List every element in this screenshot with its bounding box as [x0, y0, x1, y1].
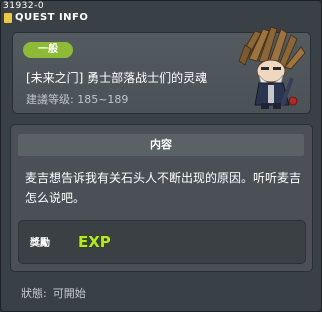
- quest-status: 狀態: 可開始: [21, 285, 92, 301]
- quest-description: 麦吉想告诉我有关石头人不断出现的原因。听听麦吉怎么说吧。: [25, 171, 302, 205]
- reward-label: 獎勵: [30, 238, 50, 249]
- level-requirement: 建議等级: 185~189: [26, 93, 129, 106]
- category-badge: 一般: [23, 42, 73, 58]
- npc-portrait-icon: [238, 26, 306, 109]
- status-value: 可開始: [52, 287, 86, 300]
- exp-text: EXP: [78, 233, 111, 251]
- content-header: 内容: [18, 134, 304, 156]
- quest-header-panel: 一般 [未来之门] 勇士部落战士们的灵魂 建議等级: 185~189: [12, 26, 311, 114]
- status-label: 狀態:: [21, 287, 47, 300]
- quest-book-icon: [4, 13, 12, 23]
- quest-info-window: 31932-0 QUEST INFO 一般 [未来之门] 勇士部落战士们的灵魂 …: [0, 0, 322, 312]
- exp-icon: EXP: [77, 232, 111, 251]
- window-title: QUEST INFO: [15, 12, 89, 23]
- quest-name: [未来之门] 勇士部落战士们的灵魂: [26, 71, 208, 85]
- quest-content-panel: 内容 麦吉想告诉我有关石头人不断出现的原因。听听麦吉怎么说吧。 獎勵 EXP: [10, 124, 313, 272]
- quest-id: 31932-0: [3, 1, 45, 11]
- reward-box: 獎勵 EXP: [18, 220, 306, 264]
